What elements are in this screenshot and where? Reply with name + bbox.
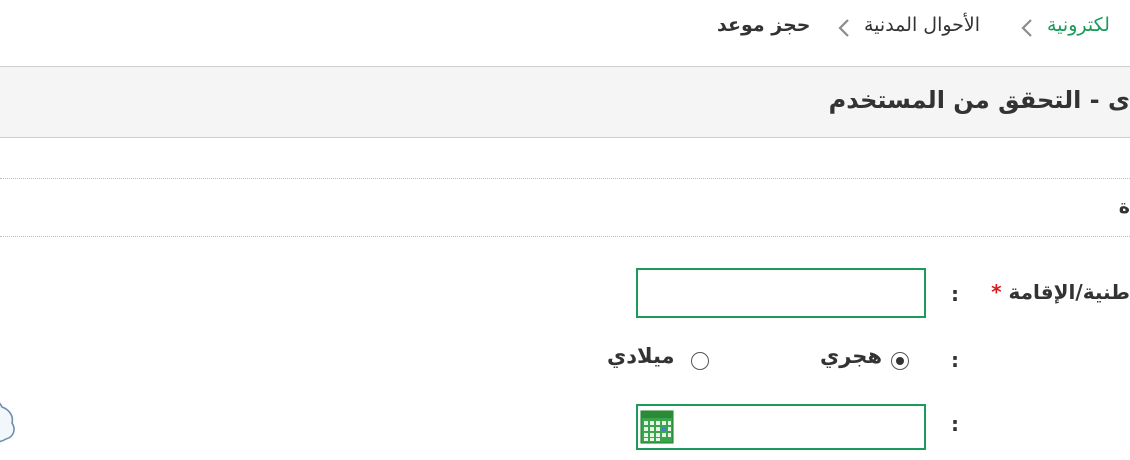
field-colon: :	[951, 348, 959, 372]
breadcrumb-current: حجز موعد	[717, 14, 811, 36]
date-input[interactable]	[636, 404, 926, 450]
decorative-shape	[0, 393, 20, 445]
radio-hijri-label[interactable]: هجري	[820, 344, 882, 368]
breadcrumb-link-eservices[interactable]: لكترونية	[1047, 14, 1110, 36]
breadcrumb-link-civil-affairs[interactable]: الأحوال المدنية	[864, 14, 980, 36]
id-field-label: طنية/الإقامة *	[991, 280, 1130, 304]
chevron-left-icon	[834, 17, 856, 39]
calendar-icon[interactable]	[640, 410, 674, 444]
id-label-text: طنية/الإقامة	[1008, 280, 1130, 304]
field-colon: :	[951, 282, 959, 306]
divider	[0, 178, 1130, 179]
radio-gregorian[interactable]	[691, 352, 709, 370]
page-title: ى - التحقق من المستخدم	[828, 86, 1130, 114]
divider	[0, 236, 1130, 237]
section-heading: ة	[1118, 196, 1130, 218]
required-marker: *	[991, 280, 1002, 304]
id-number-input[interactable]	[636, 268, 926, 318]
radio-hijri[interactable]	[891, 352, 909, 370]
field-colon: :	[951, 412, 959, 436]
chevron-left-icon	[1017, 17, 1039, 39]
radio-gregorian-label[interactable]: ميلادي	[607, 344, 675, 368]
